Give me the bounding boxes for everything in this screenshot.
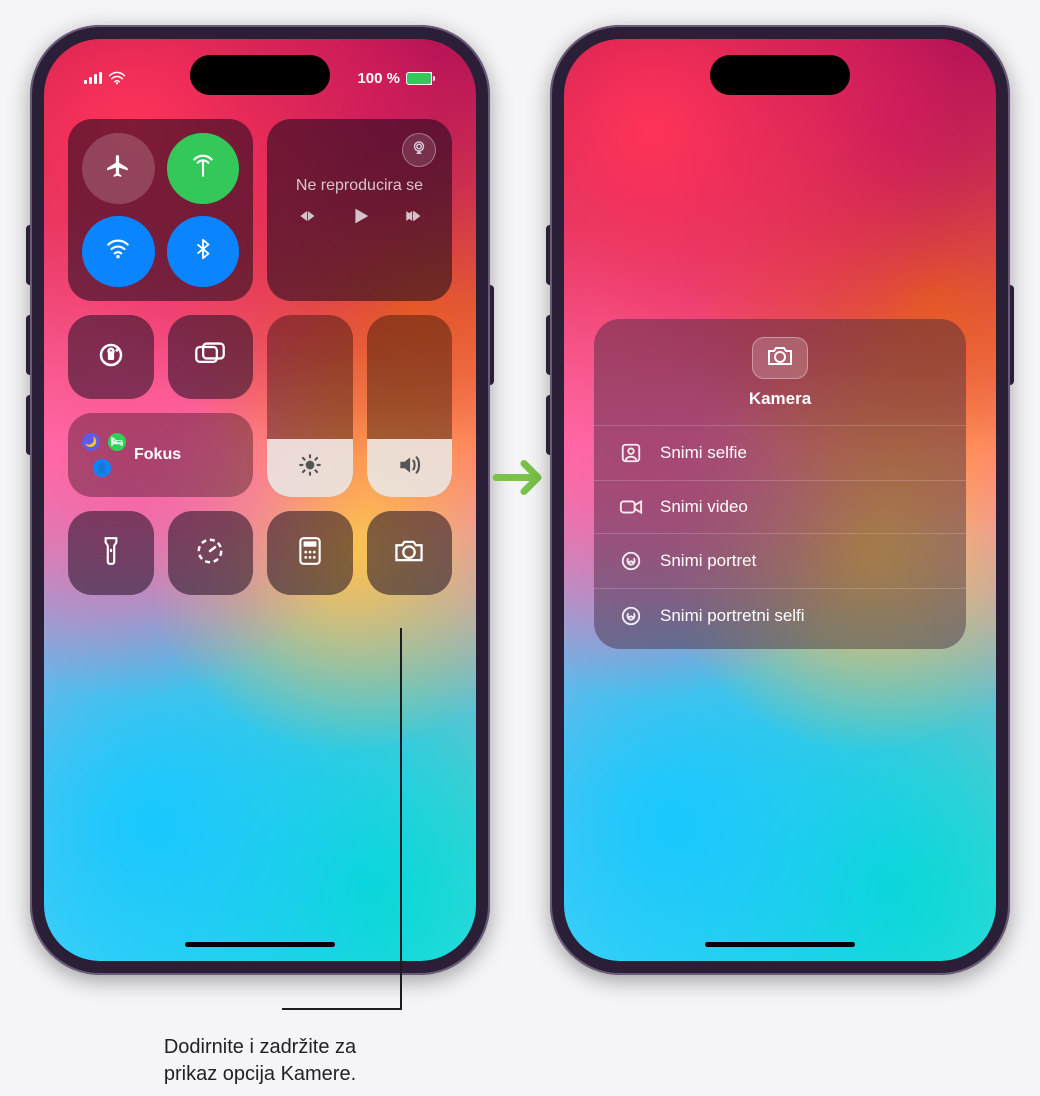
callout-line2: prikaz opcija Kamere. (164, 1063, 356, 1085)
timer-button[interactable] (168, 511, 254, 595)
camera-action-video[interactable]: Snimi video (594, 480, 966, 533)
camera-menu-icon-chip (752, 337, 808, 379)
orientation-lock-toggle[interactable] (68, 315, 154, 399)
orientation-lock-icon (96, 340, 126, 375)
airplane-mode-toggle[interactable] (82, 133, 155, 204)
camera-button[interactable] (367, 511, 453, 595)
volume-slider[interactable] (367, 315, 453, 497)
callout-text: Dodirnite i zadržite za prikaz opcija Ka… (60, 1034, 460, 1088)
camera-action-label: Snimi video (660, 497, 748, 517)
focus-label: Fokus (134, 446, 181, 464)
video-icon (618, 497, 644, 517)
sleep-mini-icon: 🛏 (108, 433, 126, 451)
portrait-icon (618, 550, 644, 572)
camera-action-selfie[interactable]: Snimi selfie (594, 425, 966, 480)
camera-action-portrait-selfie[interactable]: Snimi portretni selfi (594, 588, 966, 643)
brightness-icon (297, 452, 323, 483)
now-playing-label: Ne reproducira se (283, 177, 436, 195)
calculator-icon (297, 536, 323, 571)
iphone-left-screen: 100 % (44, 39, 476, 961)
focus-button[interactable]: 🌙 🛏 👤 Fokus (68, 413, 253, 497)
next-track-button[interactable] (401, 206, 425, 226)
previous-track-button[interactable] (295, 206, 319, 226)
flashlight-button[interactable] (68, 511, 154, 595)
bluetooth-icon (192, 236, 214, 267)
camera-action-portrait[interactable]: Snimi portret (594, 533, 966, 588)
camera-action-label: Snimi portret (660, 551, 756, 571)
dnd-mini-icon: 🌙 (82, 433, 100, 451)
battery-icon (406, 72, 432, 85)
screen-mirroring-button[interactable] (168, 315, 254, 399)
wifi-status-icon (108, 71, 126, 85)
camera-icon (393, 538, 425, 569)
media-controls-tile[interactable]: Ne reproducira se (267, 119, 452, 301)
connectivity-group[interactable] (68, 119, 253, 301)
camera-quick-actions-menu: Kamera Snimi selfie Snimi video (594, 319, 966, 649)
battery-percent: 100 % (357, 70, 400, 87)
portrait-selfie-icon (618, 605, 644, 627)
volume-icon (396, 452, 422, 483)
personal-mini-icon: 👤 (93, 459, 111, 477)
callout-line1: Dodirnite i zadržite za (164, 1036, 356, 1058)
flashlight-icon (99, 536, 123, 571)
airplay-icon (410, 139, 428, 162)
iphone-left: 100 % (30, 25, 490, 975)
status-left (84, 71, 126, 85)
transition-arrow-icon (492, 456, 548, 505)
iphone-right: Kamera Snimi selfie Snimi video (550, 25, 1010, 975)
cellular-signal-icon (84, 72, 102, 84)
camera-action-label: Snimi portretni selfi (660, 606, 805, 626)
wifi-icon (105, 236, 131, 267)
camera-menu-header: Kamera (594, 337, 966, 425)
media-transport (283, 205, 436, 227)
timer-icon (195, 536, 225, 571)
focus-mode-icons: 🌙 🛏 👤 (82, 433, 126, 477)
callout-leader-line (400, 628, 402, 1008)
bluetooth-toggle[interactable] (167, 216, 240, 287)
camera-action-label: Snimi selfie (660, 443, 747, 463)
control-center-grid: Ne reproducira se (68, 119, 452, 595)
wifi-toggle[interactable] (82, 216, 155, 287)
screen-mirroring-icon (194, 341, 226, 374)
antenna-icon (190, 153, 216, 184)
calculator-button[interactable] (267, 511, 353, 595)
selfie-icon (618, 442, 644, 464)
airplay-button[interactable] (402, 133, 436, 167)
camera-menu-title: Kamera (749, 389, 811, 409)
status-right: 100 % (357, 70, 432, 87)
home-indicator[interactable] (705, 942, 855, 947)
cellular-data-toggle[interactable] (167, 133, 240, 204)
home-indicator[interactable] (185, 942, 335, 947)
brightness-slider[interactable] (267, 315, 353, 497)
camera-icon (766, 345, 794, 372)
dynamic-island (190, 55, 330, 95)
dynamic-island (710, 55, 850, 95)
airplane-icon (105, 153, 131, 184)
iphone-right-screen: Kamera Snimi selfie Snimi video (564, 39, 996, 961)
play-button[interactable] (349, 205, 371, 227)
comparison-stage: 100 % (0, 0, 1040, 1000)
